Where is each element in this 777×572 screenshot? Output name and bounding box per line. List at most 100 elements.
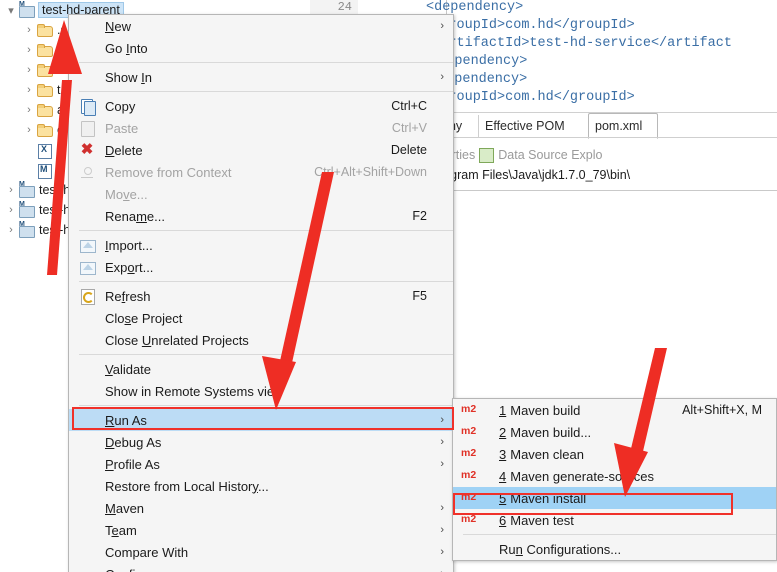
menu-item-profile-as[interactable]: Profile As › — [69, 453, 453, 475]
maven-project-icon — [18, 201, 36, 218]
m2-icon: m2 — [461, 447, 477, 459]
menu-item-show-in-label: Show In — [105, 69, 152, 85]
menu-item-import-label: Import... — [105, 237, 153, 253]
maven-project-icon — [18, 181, 36, 198]
menu-item-refresh[interactable]: Refresh F5 — [69, 285, 453, 307]
chevron-right-icon[interactable]: › — [4, 204, 18, 216]
menu-item-remove-from-context: Remove from Context Ctrl+Alt+Shift+Down — [69, 161, 453, 183]
chevron-right-icon[interactable]: › — [22, 44, 36, 56]
menu-item-maven-label: Maven — [105, 500, 145, 516]
menu-item-copy-label: Copy — [105, 98, 136, 114]
menu-item-validate-label: Validate — [105, 361, 152, 377]
menu-item-move: Move... — [69, 183, 453, 205]
chevron-right-icon[interactable]: › — [22, 24, 36, 36]
chevron-right-icon[interactable]: › — [22, 104, 36, 116]
menu-item-compare-with[interactable]: Compare With › — [69, 541, 453, 563]
folder-icon — [36, 42, 54, 58]
menu-item-refresh-label: Refresh — [105, 288, 151, 304]
submenu-separator — [463, 534, 776, 535]
refresh-icon — [79, 288, 95, 305]
editor-tab-pom-xml[interactable]: pom.xml — [588, 113, 658, 139]
project-context-menu[interactable]: New › Go Into Show In › Copy Ctrl+C Past… — [68, 14, 454, 572]
tree-item-label: e — [57, 123, 64, 137]
menu-separator — [79, 354, 453, 355]
menu-item-show-in-remote-systems-view-label: Show in Remote Systems view — [105, 383, 284, 399]
tree-item-label: t — [57, 63, 61, 77]
menu-item-rename-label: Rename... — [105, 208, 165, 224]
submenu-item-maven-build-dots-label: Maven build... — [510, 424, 592, 440]
menu-item-export-label: Export... — [105, 259, 154, 275]
submenu-item-maven-clean-label: Maven clean — [510, 446, 584, 462]
chevron-right-icon[interactable]: › — [22, 64, 36, 76]
chevron-right-icon[interactable]: › — [22, 124, 36, 136]
submenu-item-number: 2 — [499, 424, 507, 440]
menu-item-maven[interactable]: Maven › — [69, 497, 453, 519]
m2-icon: m2 — [461, 491, 477, 503]
menu-item-close-project-label: Close Project — [105, 310, 183, 326]
chevron-right-icon[interactable]: › — [22, 84, 36, 96]
chevron-right-icon: › — [440, 546, 444, 558]
chevron-right-icon: › — [440, 458, 444, 470]
submenu-item-number: 1 — [499, 402, 507, 418]
submenu-item-maven-clean[interactable]: m2 3 Maven clean — [453, 443, 776, 465]
import-icon — [79, 237, 96, 253]
menu-item-run-as[interactable]: Run As › — [69, 409, 453, 431]
tree-item-label: t — [57, 83, 61, 97]
remove-context-icon — [79, 164, 95, 180]
menu-item-debug-as-label: Debug As — [105, 434, 162, 450]
code-line-0: <dependency> — [426, 0, 524, 15]
submenu-item-maven-build-label: Maven build — [510, 402, 581, 418]
submenu-item-number: 5 — [499, 490, 507, 506]
menu-item-rename-accel: F2 — [412, 209, 427, 223]
screenshot-root: ▾ test-hd-parent › .s › t › t › t › a — [0, 0, 777, 572]
menu-item-validate[interactable]: Validate — [69, 358, 453, 380]
submenu-item-maven-build-dots[interactable]: m2 2 Maven build... — [453, 421, 776, 443]
run-as-submenu[interactable]: m2 1 Maven build Alt+Shift+X, M m2 2 Mav… — [452, 398, 777, 561]
chevron-right-icon: › — [440, 71, 444, 83]
submenu-item-maven-generate-sources[interactable]: m2 4 Maven generate-sources — [453, 465, 776, 487]
menu-item-configure-label: Configure — [105, 567, 161, 572]
chevron-down-icon[interactable]: ▾ — [4, 4, 18, 17]
submenu-item-run-configurations[interactable]: Run Configurations... — [453, 538, 776, 560]
submenu-item-maven-install[interactable]: m2 5 Maven install — [453, 487, 776, 509]
menu-item-show-in[interactable]: Show In › — [69, 66, 453, 88]
menu-item-close-project[interactable]: Close Project — [69, 307, 453, 329]
menu-item-restore-from-local-history-label: Restore from Local History... — [105, 478, 269, 494]
menu-item-run-as-label: Run As — [105, 412, 147, 428]
menu-item-compare-with-label: Compare With — [105, 544, 189, 560]
chevron-right-icon[interactable]: › — [4, 184, 18, 196]
menu-item-paste: Paste Ctrl+V — [69, 117, 453, 139]
maven-file-icon — [36, 162, 54, 179]
menu-item-close-unrelated-projects[interactable]: Close Unrelated Projects — [69, 329, 453, 351]
menu-item-import[interactable]: Import... — [69, 234, 453, 256]
menu-item-show-in-remote-systems-view[interactable]: Show in Remote Systems view — [69, 380, 453, 402]
menu-item-debug-as[interactable]: Debug As › — [69, 431, 453, 453]
menu-separator — [79, 62, 453, 63]
chevron-right-icon[interactable]: › — [4, 224, 18, 236]
editor-tab-effective-pom[interactable]: Effective POM — [478, 115, 588, 137]
tree-item-label: p — [57, 163, 64, 177]
chevron-right-icon: › — [440, 414, 444, 426]
menu-item-new[interactable]: New › — [69, 15, 453, 37]
folder-icon — [36, 62, 54, 78]
submenu-item-maven-build[interactable]: m2 1 Maven build Alt+Shift+X, M — [453, 399, 776, 421]
view-tab-data-source-explorer[interactable]: Data Source Explo — [479, 147, 602, 163]
menu-item-configure[interactable]: Configure › — [69, 563, 453, 572]
menu-item-copy[interactable]: Copy Ctrl+C — [69, 95, 453, 117]
menu-item-restore-from-local-history[interactable]: Restore from Local History... — [69, 475, 453, 497]
menu-item-rename[interactable]: Rename... F2 — [69, 205, 453, 227]
submenu-item-run-configurations-label: Run Configurations... — [499, 541, 622, 557]
menu-item-close-unrelated-projects-label: Close Unrelated Projects — [105, 332, 249, 348]
tree-item-label: test-h — [39, 183, 71, 197]
menu-item-profile-as-label: Profile As — [105, 456, 160, 472]
menu-item-remove-from-context-accel: Ctrl+Alt+Shift+Down — [314, 165, 427, 179]
menu-item-team[interactable]: Team › — [69, 519, 453, 541]
submenu-item-number: 6 — [499, 512, 507, 528]
menu-item-delete[interactable]: ✖ Delete Delete — [69, 139, 453, 161]
menu-separator — [79, 91, 453, 92]
chevron-right-icon: › — [440, 436, 444, 448]
menu-item-refresh-accel: F5 — [412, 289, 427, 303]
menu-item-export[interactable]: Export... — [69, 256, 453, 278]
submenu-item-maven-test[interactable]: m2 6 Maven test — [453, 509, 776, 531]
menu-item-go-into[interactable]: Go Into — [69, 37, 453, 59]
